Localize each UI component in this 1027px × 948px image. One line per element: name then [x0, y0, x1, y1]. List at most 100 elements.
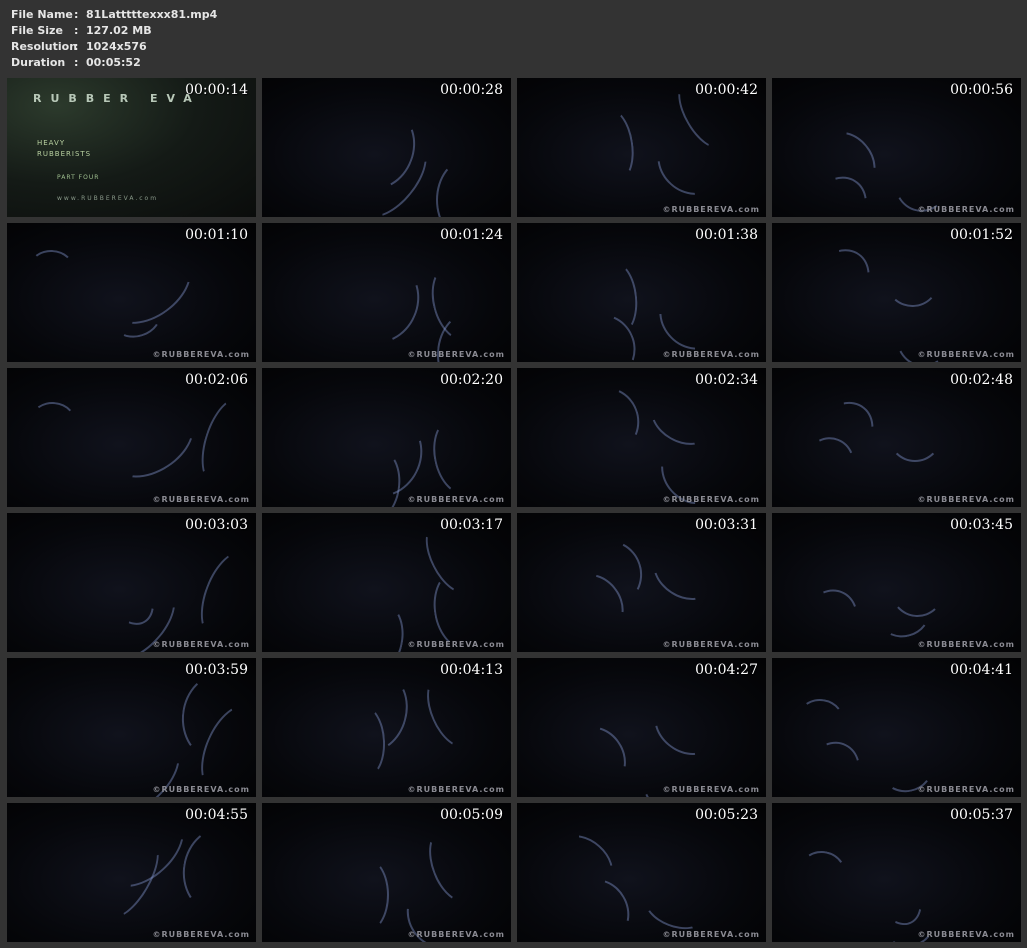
info-row: File Size:127.02 MB	[11, 23, 217, 39]
watermark: ©RUBBEREVA.com	[152, 785, 250, 794]
watermark: ©RUBBEREVA.com	[152, 640, 250, 649]
video-thumbnail[interactable]: ©RUBBEREVA.com 00:05:37	[772, 803, 1021, 942]
video-thumbnail[interactable]: ©RUBBEREVA.com 00:03:45	[772, 513, 1021, 652]
image-highlight	[96, 390, 208, 493]
info-colon: :	[74, 40, 79, 53]
title-brand: RUBBER EVA	[33, 92, 201, 105]
image-highlight	[436, 158, 500, 217]
image-highlight	[339, 595, 411, 652]
watermark: ©RUBBEREVA.com	[917, 785, 1015, 794]
info-row: File Name:81Latttttexxx81.mp4	[11, 7, 217, 23]
watermark: ©RUBBEREVA.com	[662, 640, 760, 649]
watermark: ©RUBBEREVA.com	[407, 495, 505, 504]
watermark: ©RUBBEREVA.com	[917, 495, 1015, 504]
video-thumbnail[interactable]: ©RUBBEREVA.com 00:03:17	[262, 513, 511, 652]
video-thumbnail[interactable]: ©RUBBEREVA.com 00:03:59	[7, 658, 256, 797]
video-thumbnail[interactable]: ©RUBBEREVA.com 00:05:23	[517, 803, 766, 942]
timestamp: 00:05:09	[440, 807, 503, 823]
info-value: 127.02 MB	[86, 24, 152, 37]
info-value: 81Latttttexxx81.mp4	[86, 8, 218, 21]
watermark: ©RUBBEREVA.com	[917, 640, 1015, 649]
info-key: Resolution	[11, 40, 78, 53]
timestamp: 00:02:34	[695, 372, 758, 388]
image-highlight	[176, 821, 256, 920]
image-highlight	[643, 536, 724, 611]
timestamp: 00:01:10	[185, 227, 248, 243]
watermark: ©RUBBEREVA.com	[917, 205, 1015, 214]
image-highlight	[425, 411, 494, 501]
image-highlight	[794, 846, 851, 902]
video-thumbnail[interactable]: ©RUBBEREVA.com 00:02:06	[7, 368, 256, 507]
video-thumbnail[interactable]: ©RUBBEREVA.com 00:01:24	[262, 223, 511, 362]
timestamp: 00:03:31	[695, 517, 758, 533]
video-thumbnail[interactable]: ©RUBBEREVA.com 00:03:31	[517, 513, 766, 652]
image-highlight	[428, 565, 496, 652]
info-value: 1024x576	[86, 40, 147, 53]
video-thumbnail[interactable]: ©RUBBEREVA.com 00:01:10	[7, 223, 256, 362]
title-line: RUBBERISTS	[37, 150, 92, 158]
video-thumbnail[interactable]: ©RUBBEREVA.com 00:05:09	[262, 803, 511, 942]
image-highlight	[795, 732, 871, 797]
title-url: www.RUBBEREVA.com	[57, 195, 159, 202]
video-thumbnail[interactable]: ©RUBBEREVA.com 00:02:48	[772, 368, 1021, 507]
timestamp: 00:04:13	[440, 662, 503, 678]
info-value: 00:05:52	[86, 56, 141, 69]
image-highlight	[795, 580, 867, 652]
title-subtitle: HEAVY RUBBERISTS	[37, 138, 91, 160]
image-highlight	[639, 882, 710, 937]
video-thumbnail[interactable]: ©RUBBEREVA.com 00:04:41	[772, 658, 1021, 797]
timestamp: 00:00:42	[695, 82, 758, 98]
info-key: Duration	[11, 56, 66, 69]
title-part: PART FOUR	[57, 174, 100, 181]
video-thumbnail[interactable]: ©RUBBEREVA.com 00:02:20	[262, 368, 511, 507]
video-thumbnail[interactable]: ©RUBBEREVA.com 00:02:34	[517, 368, 766, 507]
image-highlight	[28, 399, 79, 445]
video-thumbnail[interactable]: ©RUBBEREVA.com 00:01:38	[517, 223, 766, 362]
watermark: ©RUBBEREVA.com	[407, 785, 505, 794]
video-thumbnail[interactable]: ©RUBBEREVA.com 00:01:52	[772, 223, 1021, 362]
watermark: ©RUBBEREVA.com	[152, 930, 250, 939]
timestamp: 00:02:48	[950, 372, 1013, 388]
image-highlight	[417, 669, 485, 755]
timestamp: 00:02:20	[440, 372, 503, 388]
image-highlight	[191, 391, 256, 491]
timestamp: 00:04:55	[185, 807, 248, 823]
info-row: Resolution:1024x576	[11, 39, 217, 55]
image-highlight	[793, 695, 847, 746]
info-colon: :	[74, 8, 79, 21]
image-highlight	[795, 237, 883, 327]
video-thumbnail[interactable]: ©RUBBEREVA.com 00:03:03	[7, 513, 256, 652]
video-thumbnail[interactable]: RUBBER EVA HEAVY RUBBERISTS PART FOUR www…	[7, 78, 256, 217]
watermark: ©RUBBEREVA.com	[917, 350, 1015, 359]
timestamp: 00:02:06	[185, 372, 248, 388]
video-thumbnail[interactable]: ©RUBBEREVA.com 00:00:56	[772, 78, 1021, 217]
file-info: File Name:81Latttttexxx81.mp4 File Size:1…	[11, 7, 217, 71]
image-highlight	[561, 868, 641, 942]
info-key: File Name	[11, 8, 73, 21]
watermark: ©RUBBEREVA.com	[407, 640, 505, 649]
video-thumbnail[interactable]: ©RUBBEREVA.com 00:04:13	[262, 658, 511, 797]
info-row: Duration:00:05:52	[11, 55, 217, 71]
timestamp: 00:05:37	[950, 807, 1013, 823]
info-key: File Size	[11, 24, 63, 37]
thumbnail-grid: RUBBER EVA HEAVY RUBBERISTS PART FOUR www…	[7, 78, 1021, 942]
video-thumbnail[interactable]: 00:00:28	[262, 78, 511, 217]
image-highlight	[345, 858, 389, 932]
watermark: ©RUBBEREVA.com	[152, 350, 250, 359]
timestamp: 00:04:27	[695, 662, 758, 678]
image-highlight	[336, 251, 432, 355]
video-thumbnail[interactable]: ©RUBBEREVA.com 00:04:55	[7, 803, 256, 942]
watermark: ©RUBBEREVA.com	[152, 495, 250, 504]
image-highlight	[592, 106, 639, 183]
video-thumbnail[interactable]: ©RUBBEREVA.com 00:00:42	[517, 78, 766, 217]
watermark: ©RUBBEREVA.com	[407, 350, 505, 359]
watermark: ©RUBBEREVA.com	[407, 930, 505, 939]
image-highlight	[888, 408, 942, 462]
watermark: ©RUBBEREVA.com	[662, 495, 760, 504]
timestamp: 00:01:38	[695, 227, 758, 243]
image-highlight	[560, 716, 638, 797]
video-thumbnail[interactable]: ©RUBBEREVA.com 00:04:27	[517, 658, 766, 797]
timestamp: 00:05:23	[695, 807, 758, 823]
timestamp: 00:00:56	[950, 82, 1013, 98]
watermark: ©RUBBEREVA.com	[917, 930, 1015, 939]
